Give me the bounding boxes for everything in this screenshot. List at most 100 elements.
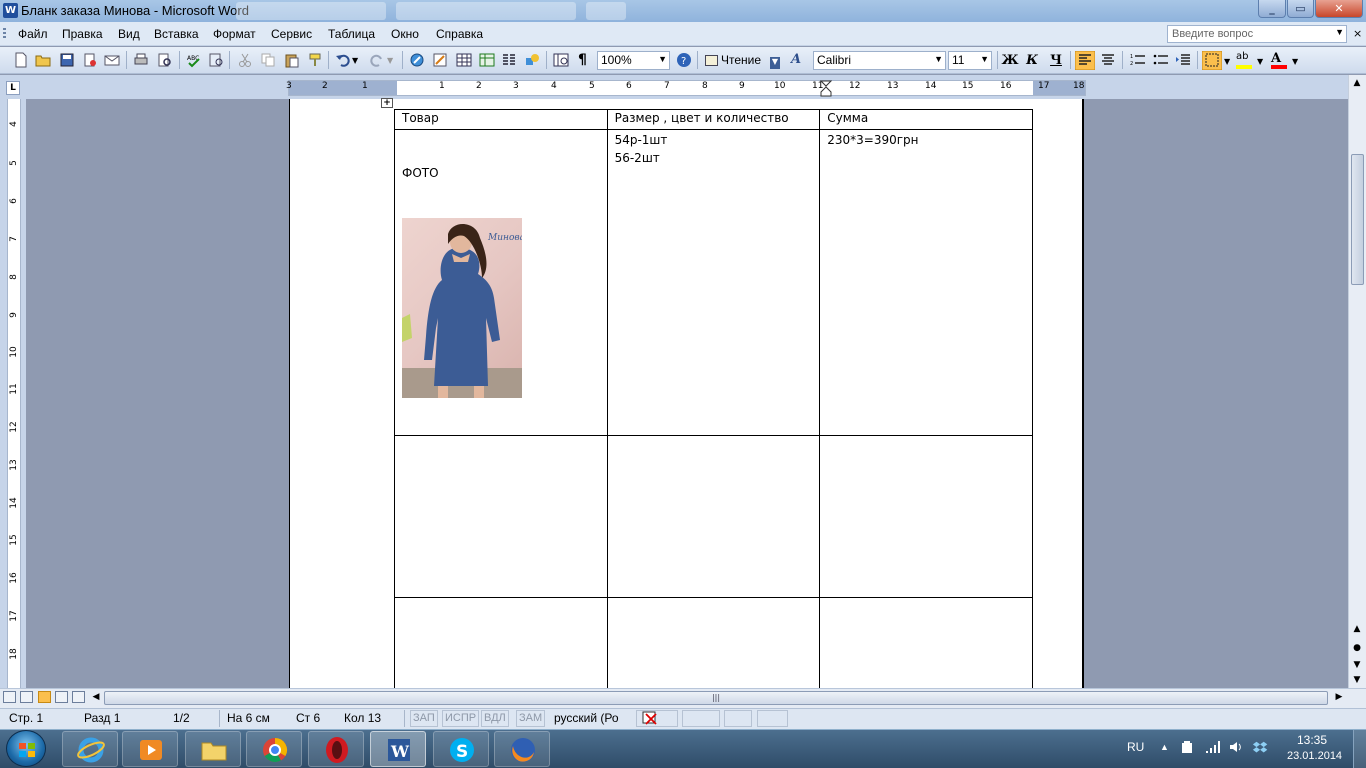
close-document-icon[interactable]: × [1353,27,1362,40]
cell-sum[interactable] [819,435,1033,598]
chevron-down-icon[interactable]: ▼ [658,54,667,64]
menu-file[interactable]: Файл [18,27,48,41]
menu-tools[interactable]: Сервис [271,27,312,41]
zoom-select[interactable]: 100% ▼ [597,51,670,70]
undo-icon[interactable] [335,52,351,68]
web-view-icon[interactable] [20,691,33,703]
permission-icon[interactable] [82,52,98,68]
vertical-scrollbar[interactable] [1348,75,1366,688]
drawing-icon[interactable] [524,52,540,68]
hyperlink-icon[interactable] [409,52,425,68]
minimize-button[interactable]: _ [1258,0,1286,18]
redo-dropdown-icon[interactable]: ▼ [387,56,403,72]
product-photo[interactable]: Минова [402,218,522,398]
maximize-button[interactable]: ▭ [1287,0,1314,18]
cell-product[interactable] [394,435,608,598]
taskbar-skype[interactable]: S [433,731,489,767]
columns-icon[interactable] [501,52,517,68]
header-product[interactable]: Товар [394,109,608,130]
horizontal-scroll-thumb[interactable]: ||| [104,691,1328,705]
cell-size-color-qty[interactable]: 54р-1шт 56-2шт [606,129,821,436]
tray-expand-icon[interactable]: ▲ [1160,742,1169,752]
tray-dropbox-icon[interactable] [1252,739,1268,755]
tray-network-icon[interactable] [1204,739,1220,755]
save-icon[interactable] [59,52,75,68]
font-color-icon[interactable]: A [1271,51,1287,69]
close-window-button[interactable]: ✕ [1315,0,1363,18]
start-button[interactable] [6,730,46,767]
toolbar-options-icon[interactable]: ▼ [770,57,780,69]
show-formatting-icon[interactable]: ¶ [578,52,594,68]
menu-grip-handle[interactable] [3,28,6,40]
taskbar-opera[interactable] [308,731,364,767]
research-icon[interactable] [208,52,224,68]
order-table[interactable]: Товар Размер , цвет и количество Сумма 5… [394,109,1033,708]
print-icon[interactable] [133,52,149,68]
scroll-down-icon[interactable]: ▼ [1350,675,1364,685]
chevron-down-icon[interactable]: ▼ [980,54,989,64]
help-icon[interactable]: ? [676,52,692,68]
align-left-icon[interactable] [1075,51,1095,70]
print-layout-view-icon[interactable] [38,691,51,703]
tables-borders-icon[interactable] [432,52,448,68]
paste-icon[interactable] [284,52,300,68]
next-page-icon[interactable]: ▼ [1350,660,1364,670]
normal-view-icon[interactable] [3,691,16,703]
scroll-right-icon[interactable]: ▶ [1332,692,1346,702]
taskbar-chrome[interactable] [246,731,302,767]
indent-marker-icon[interactable] [820,80,832,98]
cell-sum[interactable]: 230*3=390грн [819,129,1033,436]
taskbar-internet-explorer[interactable] [62,731,118,767]
insert-excel-icon[interactable] [479,52,495,68]
status-overtype[interactable]: ЗАМ [516,710,546,727]
new-document-icon[interactable] [13,52,29,68]
taskbar-media-player[interactable] [122,731,178,767]
borders-icon[interactable] [1202,51,1222,70]
print-preview-icon[interactable] [157,52,173,68]
header-sum[interactable]: Сумма [819,109,1033,130]
document-map-icon[interactable] [553,52,569,68]
align-center-icon[interactable] [1100,52,1116,68]
undo-dropdown-icon[interactable]: ▼ [352,56,368,72]
bullets-icon[interactable] [1153,52,1169,68]
taskbar-word[interactable]: W [370,731,426,767]
word-app-icon[interactable]: W [3,3,18,18]
insert-table-icon[interactable] [456,52,472,68]
menu-edit[interactable]: Правка [62,27,103,41]
header-size-color-qty[interactable]: Размер , цвет и количество [606,109,821,130]
scroll-up-icon[interactable]: ▲ [1350,78,1364,88]
select-browse-object-icon[interactable]: ● [1350,643,1364,653]
chevron-down-icon[interactable]: ▼ [1335,27,1344,37]
copy-icon[interactable] [260,52,276,68]
tray-language[interactable]: RU [1127,740,1144,754]
status-record-macro[interactable]: ЗАП [410,710,438,727]
status-extend[interactable]: ВДЛ [481,710,509,727]
cut-icon[interactable] [237,52,253,68]
format-painter-icon[interactable] [307,52,323,68]
outline-view-icon[interactable] [55,691,68,703]
status-language[interactable]: русский (Ро [554,711,619,725]
taskbar-explorer[interactable] [185,731,241,767]
menu-help[interactable]: Справка [436,27,483,41]
numbering-icon[interactable]: 12 [1130,52,1146,68]
underline-button[interactable]: Ч [1046,51,1066,70]
menu-view[interactable]: Вид [118,27,140,41]
tab-selector[interactable]: L [6,81,20,95]
reading-view-icon[interactable] [72,691,85,703]
font-name-select[interactable]: Calibri ▼ [813,51,946,70]
table-move-handle[interactable]: + [381,98,393,108]
menu-insert[interactable]: Вставка [154,27,199,41]
menu-window[interactable]: Окно [391,27,419,41]
font-size-select[interactable]: 11 ▼ [948,51,992,70]
help-search-input[interactable]: Введите вопрос ▼ [1167,25,1347,43]
cell-size-color-qty[interactable] [606,435,821,598]
vertical-scroll-thumb[interactable] [1351,154,1364,285]
status-track-changes[interactable]: ИСПР [442,710,480,727]
menu-table[interactable]: Таблица [328,27,375,41]
chevron-down-icon[interactable]: ▼ [934,54,943,64]
reading-layout-button[interactable]: Чтение [703,51,761,70]
spelling-icon[interactable]: ABC [186,52,202,68]
styles-icon[interactable]: A [791,52,807,68]
font-color-dropdown-icon[interactable]: ▼ [1292,57,1308,73]
scroll-up-icon[interactable]: ▲ [1350,624,1364,634]
